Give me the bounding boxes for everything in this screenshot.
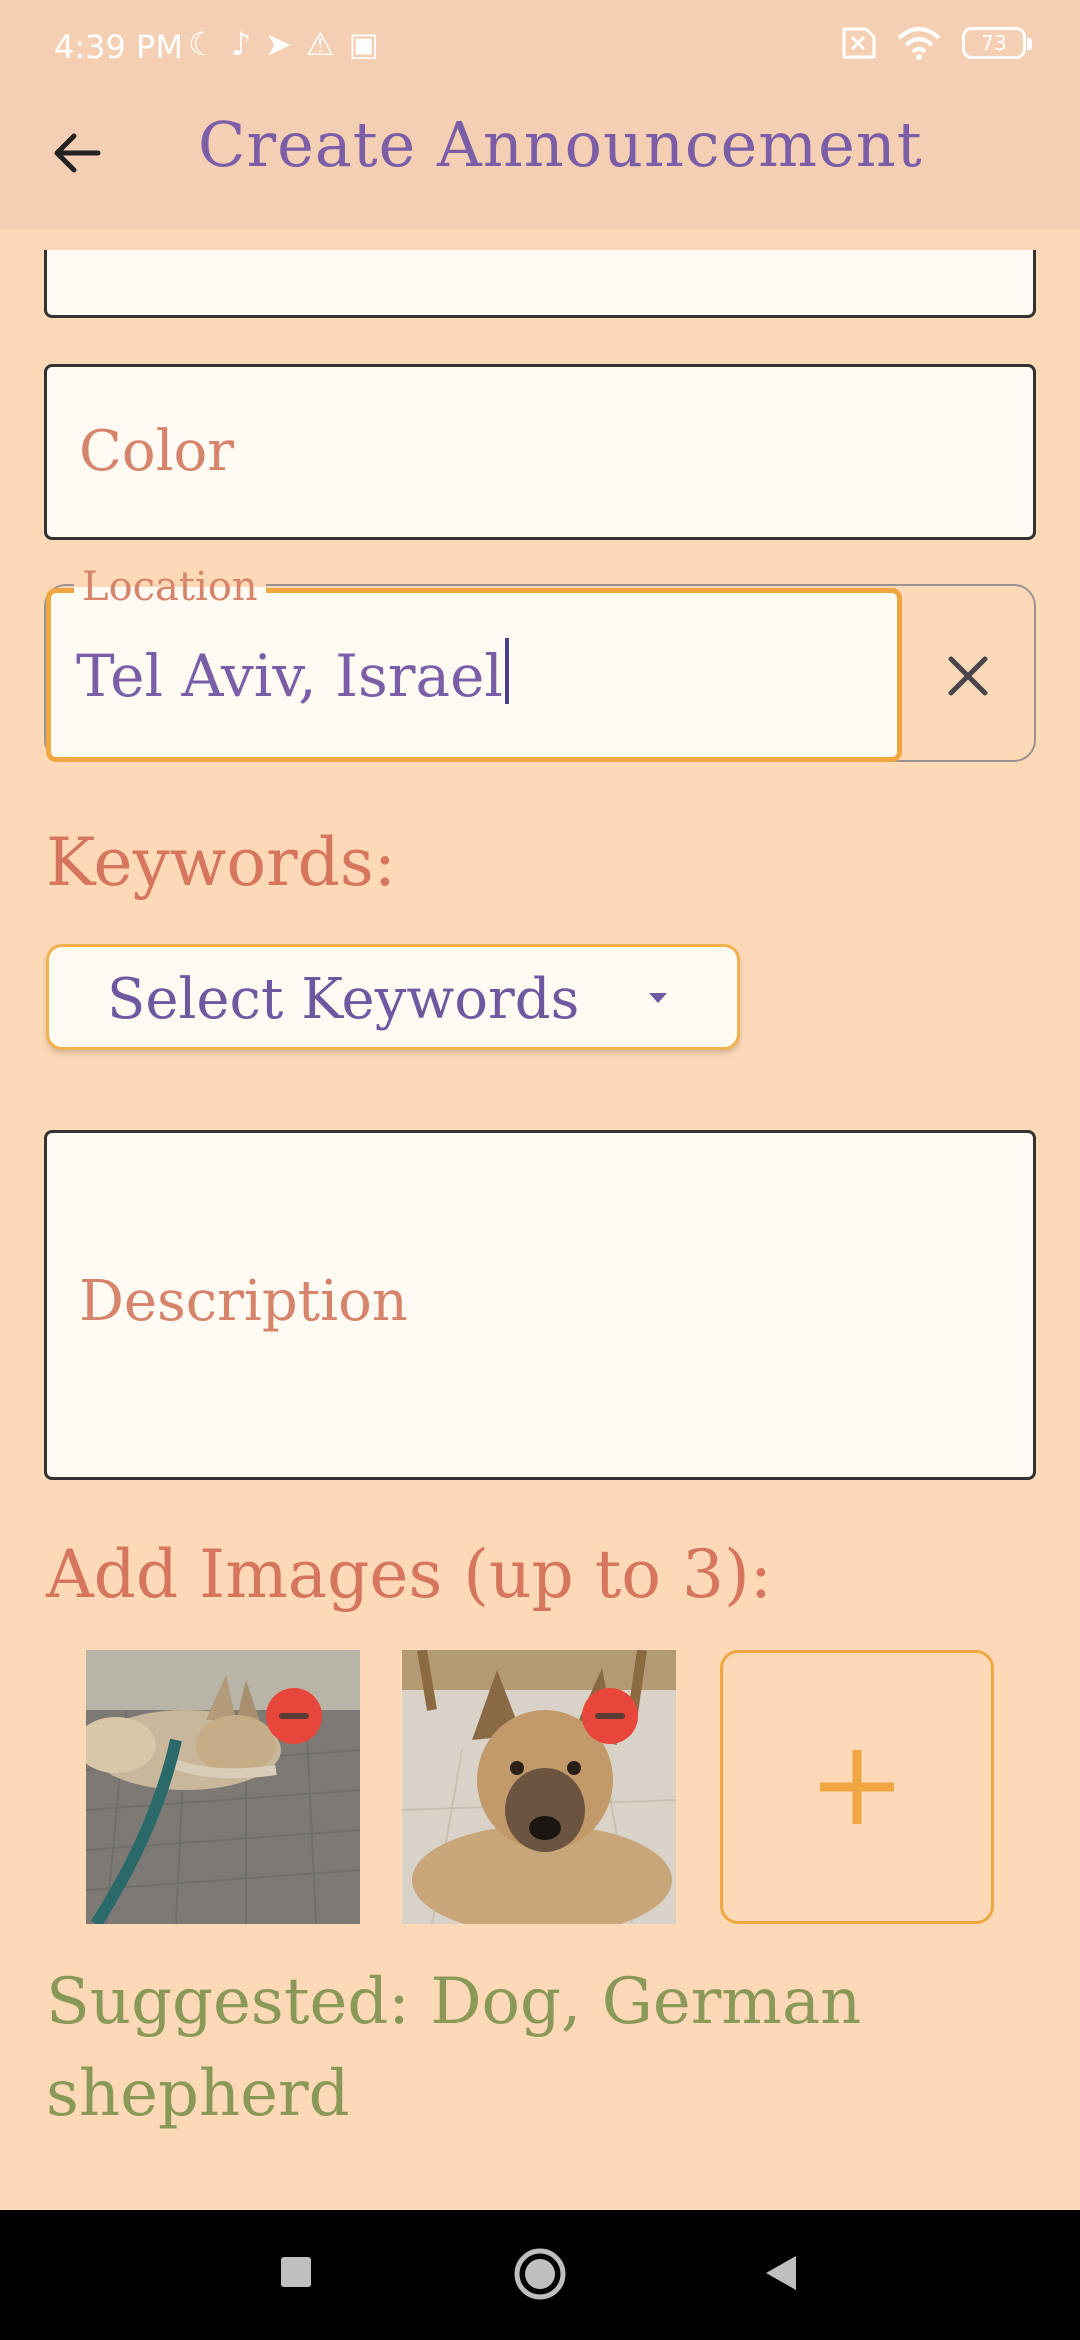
plus-icon — [820, 1750, 894, 1824]
wifi-icon — [897, 27, 941, 60]
status-time: 4:39 PM — [54, 28, 183, 66]
minus-icon — [595, 1713, 625, 1719]
images-heading: Add Images (up to 3): — [46, 1536, 772, 1613]
image-thumbnail-1[interactable] — [86, 1650, 360, 1924]
remove-image-1-button[interactable] — [266, 1688, 322, 1744]
back-button[interactable] — [44, 120, 110, 186]
home-button[interactable] — [512, 2246, 568, 2306]
dog-photo-1 — [86, 1650, 360, 1924]
sim-off-icon — [842, 27, 876, 59]
battery-icon: 73 — [962, 27, 1032, 59]
remove-image-2-button[interactable] — [582, 1688, 638, 1744]
back-nav-button[interactable] — [760, 2252, 800, 2298]
location-text: Tel Aviv, Israel — [76, 642, 503, 710]
square-icon — [281, 2257, 311, 2287]
description-placeholder: Description — [79, 1269, 408, 1334]
image-thumbnail-2[interactable] — [402, 1650, 676, 1924]
color-placeholder: Color — [79, 419, 234, 484]
system-nav-bar — [0, 2210, 1080, 2340]
status-right: 73 — [836, 26, 1032, 60]
recents-button[interactable] — [278, 2254, 314, 2294]
add-image-button[interactable] — [720, 1650, 994, 1924]
triangle-back-icon — [766, 2256, 796, 2290]
dog-photo-2 — [402, 1650, 676, 1924]
mute-icon: ♪ — [230, 25, 252, 63]
moon-icon: ☾ — [188, 25, 217, 63]
circle-icon — [514, 2248, 566, 2300]
minus-icon — [279, 1713, 309, 1719]
text-cursor — [504, 638, 509, 704]
page-title: Create Announcement — [198, 108, 923, 181]
location-value[interactable]: Tel Aviv, Israel — [76, 638, 509, 710]
keywords-heading: Keywords: — [46, 824, 397, 901]
chevron-down-icon — [649, 993, 667, 1003]
clear-location-button[interactable] — [928, 636, 1008, 716]
arrow-left-icon — [54, 133, 101, 173]
top-bar: 4:39 PM ☾ ♪ ➤ ⚠ ▣ 73 Create Announcement — [0, 0, 1080, 230]
suggested-labels: Suggested: Dog, German shepherd — [46, 1965, 862, 2131]
close-icon — [948, 656, 988, 696]
color-field[interactable]: Color — [44, 364, 1036, 540]
description-field[interactable]: Description — [44, 1130, 1036, 1480]
warning-icon: ⚠ — [305, 25, 335, 63]
select-keywords-button[interactable]: Select Keywords — [46, 944, 740, 1050]
status-bar: 4:39 PM ☾ ♪ ➤ ⚠ ▣ 73 — [0, 0, 1080, 96]
select-keywords-label: Select Keywords — [107, 967, 580, 1032]
location-label: Location — [74, 564, 266, 610]
telegram-icon: ➤ — [265, 25, 292, 63]
status-icons: ☾ ♪ ➤ ⚠ ▣ — [188, 26, 379, 62]
previous-field[interactable] — [44, 250, 1036, 318]
app-notification-icon: ▣ — [348, 25, 379, 63]
